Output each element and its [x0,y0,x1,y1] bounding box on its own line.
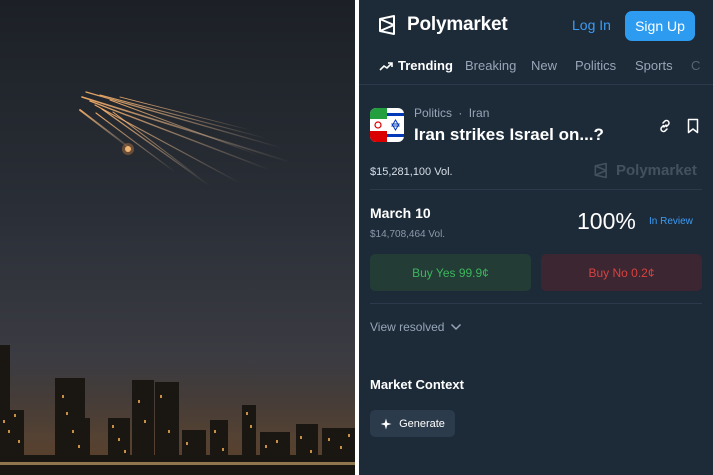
chevron-down-icon [451,323,462,331]
trending-up-icon [379,61,393,71]
polymarket-app: Polymarket Log In Sign Up Trending Break… [359,0,713,475]
section-divider [370,189,702,190]
tab-breaking[interactable]: Breaking [465,58,516,73]
sparkle-icon [380,418,392,429]
generate-button[interactable]: Generate [370,410,455,437]
category-separator: · [458,106,463,120]
category-nav: Trending Breaking New Politics Sports C [359,52,713,84]
login-link[interactable]: Log In [572,17,611,33]
logo-text: Polymarket [407,14,508,35]
watermark-logo-icon [594,162,607,179]
market-title: Iran strikes Israel on...? [414,125,604,144]
buy-yes-button[interactable]: Buy Yes 99.9¢ [370,254,531,291]
iran-israel-flag-image [370,108,404,142]
market-context-heading: Market Context [370,377,464,392]
polymarket-logo[interactable]: Polymarket [377,14,508,36]
polymarket-watermark: Polymarket [593,162,697,179]
market-volume: $15,281,100 Vol. [370,166,453,178]
news-photo [0,0,355,475]
nav-divider [359,84,713,85]
tab-sports[interactable]: Sports [635,58,673,73]
view-resolved-toggle[interactable]: View resolved [370,320,462,334]
link-icon[interactable] [657,118,673,134]
buy-no-button[interactable]: Buy No 0.2¢ [541,254,702,291]
watermark-text: Polymarket [616,162,697,179]
missile-night-sky-image [0,0,355,475]
subcategory-label[interactable]: Iran [469,106,490,120]
flags-icon [370,108,404,142]
polymarket-logo-icon [379,15,395,35]
section-divider-2 [370,303,702,304]
outcome-probability: 100% [577,208,636,234]
top-header: Polymarket Log In Sign Up [359,0,713,52]
outcome-date: March 10 [370,205,431,221]
category-label[interactable]: Politics [414,106,452,120]
view-resolved-label: View resolved [370,320,445,334]
tab-trending-label: Trending [398,58,453,73]
generate-label: Generate [399,417,445,430]
tab-trending[interactable]: Trending [379,58,453,73]
market-category: Politics · Iran [414,106,489,120]
signup-button[interactable]: Sign Up [625,11,695,41]
tab-politics[interactable]: Politics [575,58,616,73]
bookmark-icon[interactable] [686,118,700,134]
status-badge: In Review [649,216,693,227]
outcome-volume: $14,708,464 Vol. [370,229,446,240]
tab-truncated[interactable]: C [691,58,700,73]
market-header: Politics · Iran Iran strikes Israel on..… [370,105,710,155]
tab-new[interactable]: New [531,58,557,73]
